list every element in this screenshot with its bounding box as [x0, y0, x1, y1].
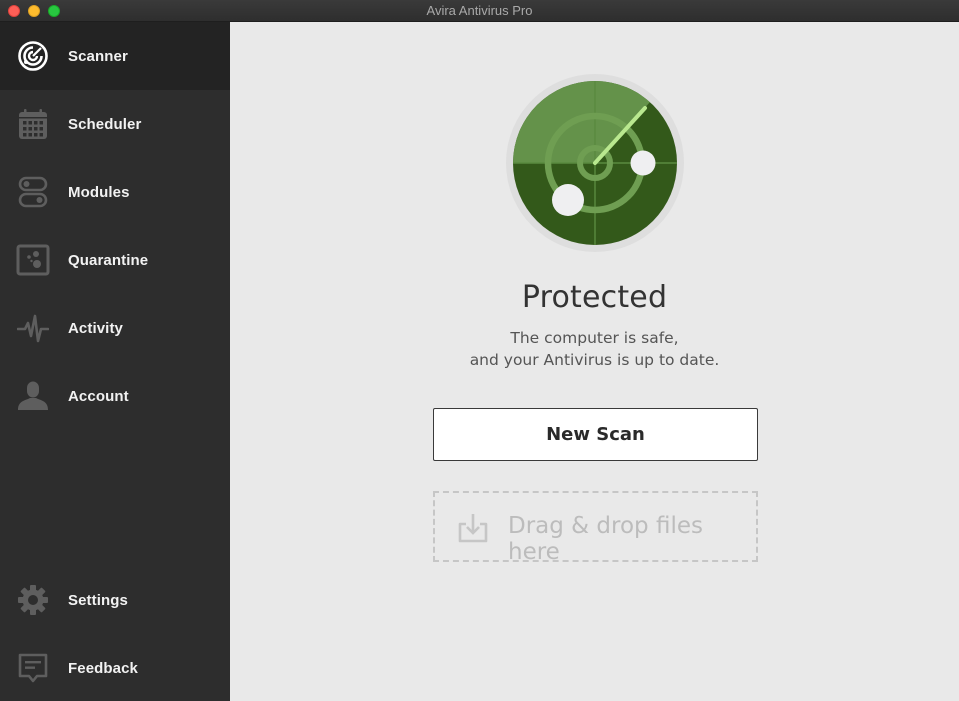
status-description-line-1: The computer is safe,	[510, 329, 679, 347]
protection-status-title: Protected	[521, 280, 668, 315]
sidebar-item-label: Activity	[68, 319, 123, 337]
file-dropzone[interactable]: Drag & drop files here	[433, 491, 758, 565]
feedback-icon	[16, 651, 50, 685]
sidebar-item-label: Scheduler	[68, 115, 142, 133]
sidebar-item-label: Account	[68, 387, 129, 405]
sidebar-item-feedback[interactable]: Feedback	[0, 634, 230, 701]
sidebar-item-scheduler[interactable]: Scheduler	[0, 90, 230, 158]
sidebar-item-label: Settings	[68, 591, 128, 609]
sidebar-item-scanner[interactable]: Scanner	[0, 22, 230, 90]
dropzone-label: Drag & drop files here	[508, 513, 703, 565]
sidebar-item-label: Scanner	[68, 47, 128, 65]
toggles-icon	[16, 175, 50, 209]
new-scan-button[interactable]: New Scan	[433, 408, 758, 461]
title-bar: Avira Antivirus Pro	[0, 0, 959, 22]
calendar-icon	[16, 107, 50, 141]
sidebar-item-label: Feedback	[68, 659, 138, 677]
window-title: Avira Antivirus Pro	[426, 3, 533, 18]
status-description-line-2: and your Antivirus is up to date.	[469, 351, 720, 369]
sidebar: Scanner Scheduler Modules Quarantine Act…	[0, 22, 230, 701]
gear-icon	[16, 583, 50, 617]
radar-icon	[16, 39, 50, 73]
sidebar-item-quarantine[interactable]: Quarantine	[0, 226, 230, 294]
user-icon	[16, 379, 50, 413]
sidebar-item-label: Quarantine	[68, 251, 149, 269]
sidebar-item-account[interactable]: Account	[0, 362, 230, 430]
sidebar-item-label: Modules	[68, 183, 130, 201]
radar-status-icon	[506, 74, 684, 252]
sidebar-item-settings[interactable]: Settings	[0, 566, 230, 634]
sidebar-item-modules[interactable]: Modules	[0, 158, 230, 226]
quarantine-icon	[16, 243, 50, 277]
download-tray-icon	[457, 512, 489, 544]
sidebar-item-activity[interactable]: Activity	[0, 294, 230, 362]
pulse-icon	[16, 311, 50, 345]
scanner-panel: Protected The computer is safe, and your…	[230, 22, 959, 701]
